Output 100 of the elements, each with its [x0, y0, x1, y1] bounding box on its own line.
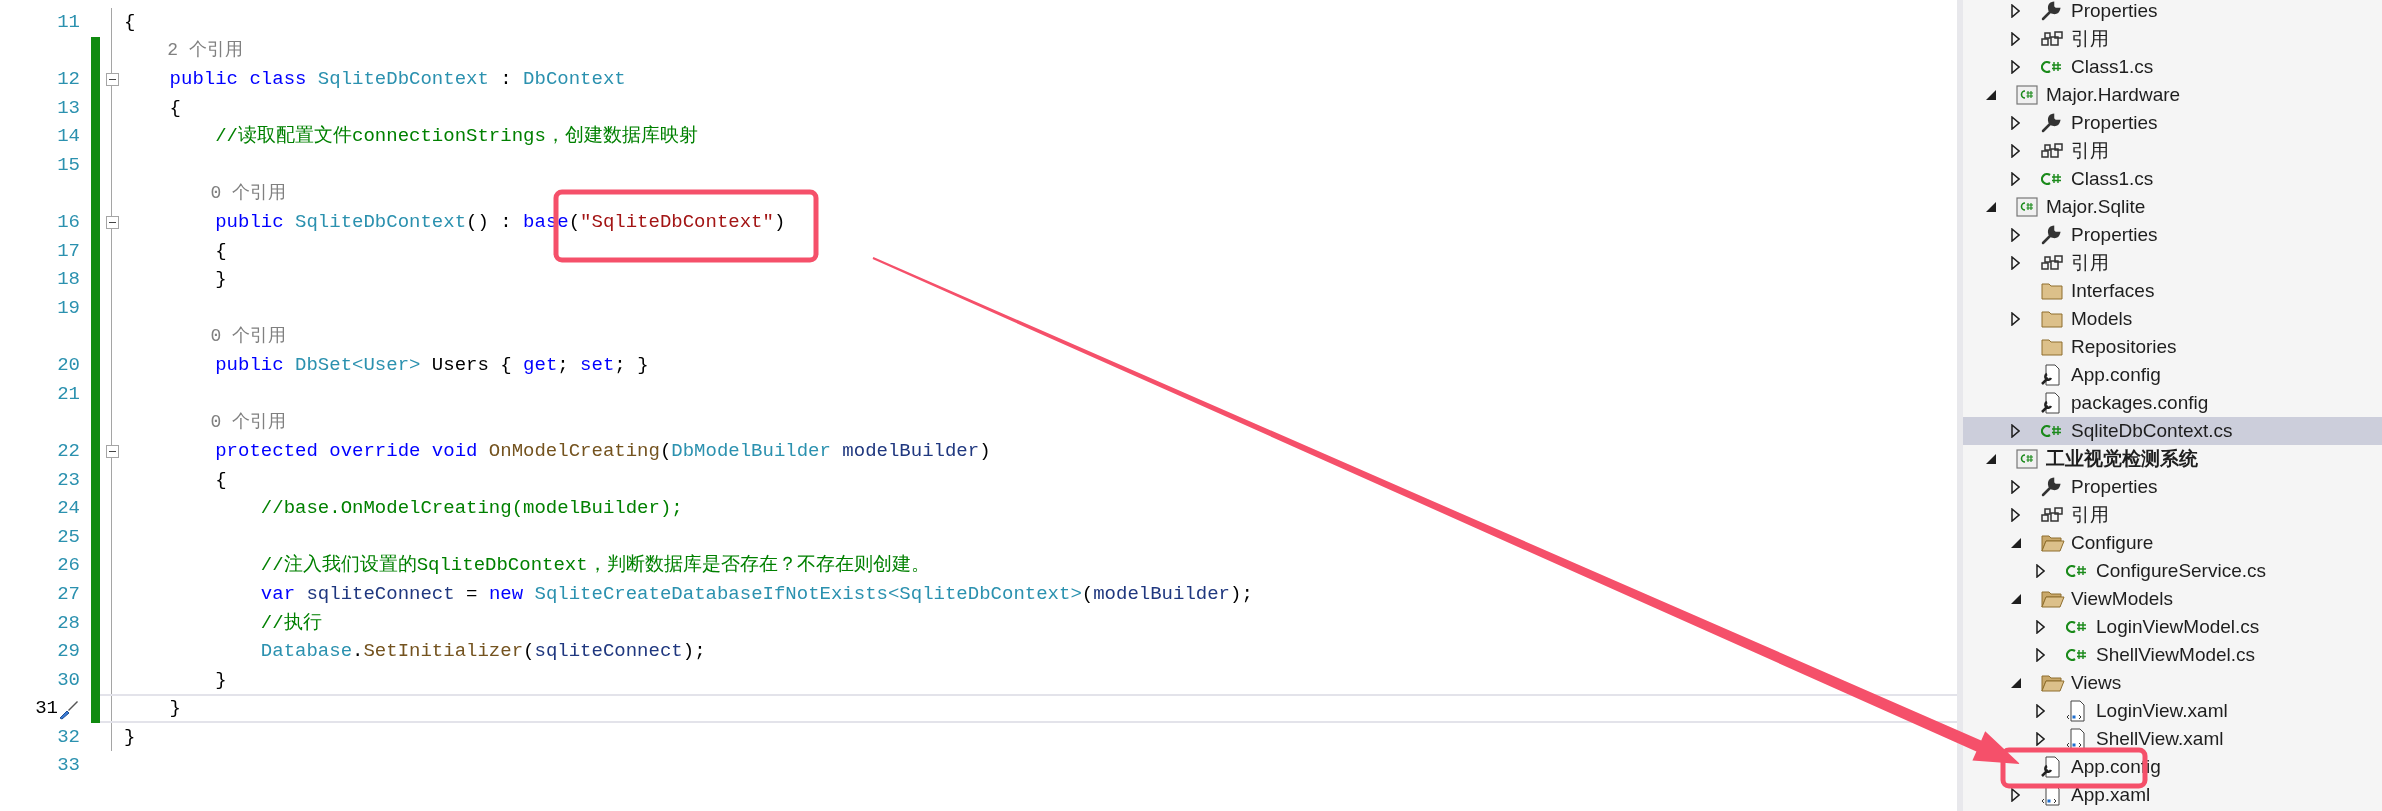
- line-number: 15: [57, 153, 80, 178]
- tree-item[interactable]: Class1.cs: [1963, 53, 2382, 81]
- config-file-icon: [2041, 756, 2061, 778]
- code-line: public DbSet<User> Users { get; set; }: [214, 353, 649, 379]
- open-folder-icon: [2041, 534, 2065, 552]
- reference-count[interactable]: 0 个引用: [124, 323, 287, 351]
- line-number: 17: [57, 238, 80, 264]
- project-icon: [2016, 85, 2038, 105]
- wrench-icon: [2041, 477, 2061, 497]
- collapsed-arrow-icon[interactable]: [2036, 648, 2045, 662]
- reference-count[interactable]: 2 个引用: [124, 37, 243, 65]
- tree-item[interactable]: Repositories: [1963, 333, 2382, 361]
- collapsed-arrow-icon[interactable]: [2011, 116, 2020, 130]
- project-icon: [2016, 449, 2038, 469]
- tree-item[interactable]: LoginView.xaml: [1963, 697, 2382, 725]
- folder-icon: [2041, 282, 2063, 300]
- tree-item[interactable]: 引用: [1963, 501, 2382, 529]
- collapsed-arrow-icon[interactable]: [2011, 256, 2020, 270]
- wrench-icon: [2041, 225, 2061, 245]
- tree-item[interactable]: 工业视觉检测系统: [1963, 445, 2382, 473]
- collapse-icon[interactable]: [105, 444, 119, 458]
- expanded-arrow-icon[interactable]: [1986, 90, 1996, 100]
- tree-item[interactable]: 引用: [1963, 137, 2382, 165]
- code-line: }: [214, 667, 227, 693]
- collapsed-arrow-icon[interactable]: [2011, 312, 2020, 326]
- line-number: 24: [57, 496, 80, 522]
- code-line: }: [124, 724, 136, 750]
- tree-item[interactable]: Properties: [1963, 109, 2382, 137]
- tree-item[interactable]: packages.config: [1963, 389, 2382, 417]
- tree-item[interactable]: ShellViewModel.cs: [1963, 641, 2382, 669]
- line-number: 28: [57, 610, 80, 636]
- tree-item[interactable]: Configure: [1963, 529, 2382, 557]
- line-number: 26: [57, 553, 80, 579]
- references-icon: [2041, 255, 2063, 271]
- code-line: //注入我们设置的SqliteDbContext，判断数据库是否存在？不存在则创建。: [259, 553, 930, 579]
- reference-count[interactable]: 0 个引用: [124, 180, 287, 208]
- collapsed-arrow-icon[interactable]: [2011, 480, 2020, 494]
- references-icon: [2041, 31, 2063, 47]
- references-icon: [2041, 143, 2063, 159]
- tree-item[interactable]: Major.Hardware: [1963, 81, 2382, 109]
- tree-item[interactable]: Class1.cs: [1963, 165, 2382, 193]
- expanded-arrow-icon[interactable]: [2011, 594, 2021, 604]
- tree-item[interactable]: App.config: [1963, 361, 2382, 389]
- code-file-icon: [2066, 647, 2088, 663]
- collapsed-arrow-icon[interactable]: [2011, 172, 2020, 186]
- expanded-arrow-icon[interactable]: [2011, 538, 2021, 548]
- expanded-arrow-icon[interactable]: [1986, 202, 1996, 212]
- collapsed-arrow-icon[interactable]: [2036, 704, 2045, 718]
- config-file-icon: [2041, 392, 2061, 414]
- expanded-arrow-icon[interactable]: [2011, 678, 2021, 688]
- collapsed-arrow-icon[interactable]: [2011, 508, 2020, 522]
- open-folder-icon: [2041, 674, 2065, 692]
- line-number: 20: [57, 353, 80, 379]
- code-line: {: [214, 238, 227, 264]
- collapsed-arrow-icon[interactable]: [2011, 144, 2020, 158]
- code-file-icon: [2066, 563, 2088, 579]
- tree-item[interactable]: Properties: [1963, 473, 2382, 501]
- tree-item[interactable]: SqliteDbContext.cs: [1963, 417, 2382, 445]
- tree-item[interactable]: App.xaml: [1963, 781, 2382, 809]
- collapsed-arrow-icon[interactable]: [2011, 228, 2020, 242]
- line-number: 32: [57, 724, 80, 750]
- collapse-icon[interactable]: [105, 73, 119, 86]
- collapsed-arrow-icon[interactable]: [2036, 732, 2045, 746]
- line-number: 30: [57, 667, 80, 693]
- wrench-icon: [2041, 1, 2061, 21]
- tree-item[interactable]: 引用: [1963, 25, 2382, 53]
- tree-item[interactable]: ShellView.xaml: [1963, 725, 2382, 753]
- code-file-icon: [2041, 171, 2063, 187]
- tree-item[interactable]: ViewModels: [1963, 585, 2382, 613]
- collapsed-arrow-icon[interactable]: [2011, 60, 2020, 74]
- code-line: var sqliteConnect = new SqliteCreateDatabaseIfNotExists<SqliteDbContext>(modelBuilder);: [259, 581, 1253, 607]
- tree-item[interactable]: Major.Sqlite: [1963, 193, 2382, 221]
- line-number: 23: [57, 467, 80, 493]
- tree-item[interactable]: ConfigureService.cs: [1963, 557, 2382, 585]
- reference-count[interactable]: 0 个引用: [124, 409, 287, 437]
- collapsed-arrow-icon[interactable]: [2036, 620, 2045, 634]
- tree-item[interactable]: Interfaces: [1963, 277, 2382, 305]
- collapsed-arrow-icon[interactable]: [2011, 32, 2020, 46]
- line-number: 31: [35, 696, 58, 722]
- code-line: }: [168, 696, 181, 722]
- code-line: //base.OnModelCreating(modelBuilder);: [259, 496, 683, 522]
- tree-item[interactable]: Properties: [1963, 221, 2382, 249]
- tree-item[interactable]: 引用: [1963, 249, 2382, 277]
- expanded-arrow-icon[interactable]: [1986, 454, 1996, 464]
- line-number: 18: [57, 267, 80, 293]
- line-number: 29: [57, 639, 80, 665]
- tree-item[interactable]: Models: [1963, 305, 2382, 333]
- tree-item[interactable]: Views: [1963, 669, 2382, 697]
- tree-item[interactable]: LoginViewModel.cs: [1963, 613, 2382, 641]
- collapsed-arrow-icon[interactable]: [2011, 788, 2020, 802]
- code-file-icon: [2041, 423, 2063, 439]
- code-line: Database.SetInitializer(sqliteConnect);: [259, 639, 706, 665]
- code-line: //读取配置文件connectionStrings，创建数据库映射: [214, 124, 698, 150]
- collapsed-arrow-icon[interactable]: [2011, 424, 2020, 438]
- collapsed-arrow-icon[interactable]: [2011, 4, 2020, 18]
- collapsed-arrow-icon[interactable]: [2036, 564, 2045, 578]
- tree-item[interactable]: Properties: [1963, 0, 2382, 25]
- line-number: 14: [57, 124, 80, 150]
- project-icon: [2016, 197, 2038, 217]
- collapse-icon[interactable]: [105, 215, 119, 229]
